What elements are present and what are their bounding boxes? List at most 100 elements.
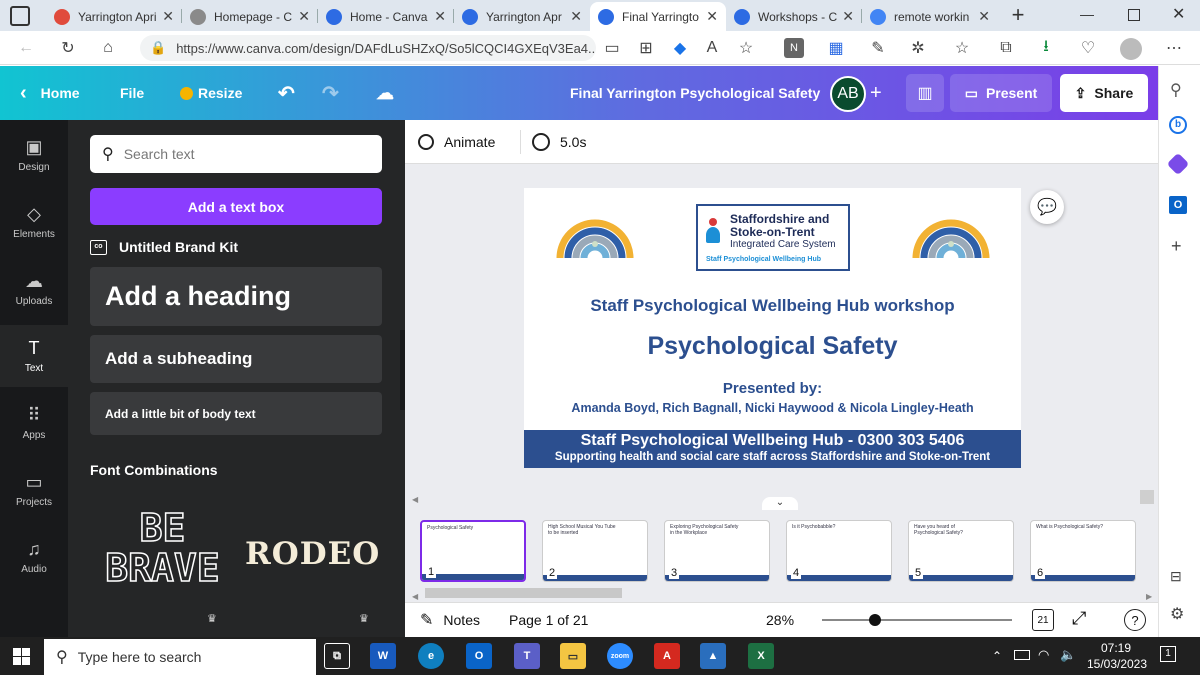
page-thumbnail[interactable]: High School Musical You Tube to be inser… <box>542 520 648 582</box>
cloud-saved-icon[interactable]: ☁ <box>376 66 394 120</box>
browser-tab[interactable]: remote workin ✕ <box>862 2 998 31</box>
page-thumbnail[interactable]: Have you heard of Psychological Safety? 5 <box>908 520 1014 582</box>
notification-icon[interactable]: 1 <box>1160 646 1176 662</box>
health-icon[interactable]: ♡ <box>1078 38 1098 58</box>
fullscreen-icon[interactable]: ⤢ <box>1072 608 1086 629</box>
animate-button[interactable]: Animate <box>418 130 495 154</box>
add-collaborator-icon[interactable]: + <box>870 66 882 120</box>
downloads-icon[interactable]: ⭳ <box>1036 38 1056 58</box>
sidebar-settings-icon[interactable]: ⚙ <box>1170 604 1184 624</box>
undo-icon[interactable]: ↶ <box>278 66 295 120</box>
extension-n-icon[interactable]: N <box>784 38 804 58</box>
zoom-percent[interactable]: 28% <box>766 612 794 628</box>
taskbar-search-input[interactable]: ⚲ Type here to search <box>44 639 316 675</box>
minimize-icon[interactable]: — <box>1080 6 1094 22</box>
edge-app-icon[interactable]: e <box>418 643 444 669</box>
collections-icon[interactable]: ⧉ <box>996 38 1016 58</box>
word-app-icon[interactable]: W <box>370 643 396 669</box>
insights-icon[interactable]: ▥ <box>906 74 944 112</box>
browser-tab[interactable]: Home - Canva ✕ <box>318 2 454 31</box>
design-title[interactable]: Final Yarrington Psychological Safety <box>570 66 820 120</box>
browser-tab[interactable]: Yarrington Apri ✕ <box>46 2 182 31</box>
notes-button[interactable]: ✎ Notes <box>420 610 480 630</box>
battery-icon[interactable] <box>1014 650 1030 660</box>
rail-item-text[interactable]: T Text <box>0 325 68 387</box>
favorites-icon[interactable]: ☆ <box>952 38 972 58</box>
task-view-icon[interactable]: ⧉ <box>324 643 350 669</box>
close-tab-icon[interactable]: ✕ <box>162 8 174 25</box>
close-window-icon[interactable]: ✕ <box>1172 4 1185 24</box>
present-button[interactable]: ▭ Present <box>950 74 1052 112</box>
close-tab-icon[interactable]: ✕ <box>434 8 446 25</box>
page-thumbnail[interactable]: Psychological Safety 1 <box>420 520 526 582</box>
close-tab-icon[interactable]: ✕ <box>842 8 854 25</box>
outlook-app-icon[interactable]: O <box>466 643 492 669</box>
page-thumbnail[interactable]: What is Psychological Safety? 6 <box>1030 520 1136 582</box>
brand-kit-row[interactable]: co Untitled Brand Kit <box>90 236 238 258</box>
add-comment-icon[interactable]: 💬 <box>1030 190 1064 224</box>
browser-tab[interactable]: Yarrington Apr ✕ <box>454 2 590 31</box>
rail-item-audio[interactable]: ♫ Audio <box>0 526 68 588</box>
outlook-icon[interactable]: O <box>1169 196 1187 214</box>
excel-app-icon[interactable]: X <box>748 643 774 669</box>
windows-start-icon[interactable] <box>13 648 30 665</box>
add-body-text-button[interactable]: Add a little bit of body text <box>90 392 382 435</box>
back-icon[interactable]: ← <box>16 38 36 58</box>
teams-app-icon[interactable]: T <box>514 643 540 669</box>
browser-tab[interactable]: Final Yarringto ✕ <box>590 2 726 31</box>
expand-pages-chevron-icon[interactable]: ⌄ <box>762 497 798 511</box>
tab-actions-icon[interactable] <box>10 6 30 26</box>
slide-page-1[interactable]: Staffordshire and Stoke-on-Trent Integra… <box>524 188 1021 468</box>
zoom-slider[interactable] <box>822 619 1012 621</box>
new-tab-button[interactable]: + <box>1008 2 1028 28</box>
extension-grid-icon[interactable]: ▦ <box>826 38 846 58</box>
volume-icon[interactable]: 🔈 <box>1060 647 1076 663</box>
tray-chevron-icon[interactable]: ⌃ <box>992 649 1002 663</box>
browser-tab[interactable]: Homepage - C ✕ <box>182 2 318 31</box>
tag-icon[interactable]: ◆ <box>670 38 690 58</box>
cast-icon[interactable]: ▭ <box>602 38 622 58</box>
apps-grid-icon[interactable]: ⊞ <box>636 38 656 58</box>
close-tab-icon[interactable]: ✕ <box>706 8 718 25</box>
close-tab-icon[interactable]: ✕ <box>298 8 310 25</box>
sidebar-toggle-icon[interactable]: ⊟ <box>1170 568 1182 585</box>
favorite-star-icon[interactable]: ☆ <box>736 38 756 58</box>
extensions-icon[interactable]: ✲ <box>908 38 928 58</box>
grid-view-button[interactable]: 21 <box>1032 609 1054 631</box>
share-button[interactable]: ⇪ Share <box>1060 74 1148 112</box>
add-subheading-button[interactable]: Add a subheading <box>90 335 382 383</box>
clock-time[interactable]: 07:19 <box>1086 641 1146 655</box>
sidebar-search-icon[interactable]: ⚲ <box>1170 80 1182 100</box>
close-tab-icon[interactable]: ✕ <box>570 8 582 25</box>
file-menu[interactable]: File <box>120 66 144 120</box>
scroll-left-icon[interactable]: ◀ <box>412 495 418 504</box>
home-icon[interactable]: ⌂ <box>98 38 118 58</box>
thumbnails-scrollbar[interactable] <box>425 588 622 598</box>
rail-item-projects[interactable]: ▭ Projects <box>0 459 68 521</box>
vertical-scrollbar[interactable] <box>1140 490 1154 504</box>
rail-item-elements[interactable]: ◇ Elements <box>0 191 68 253</box>
zoom-app-icon[interactable]: zoom <box>607 643 633 669</box>
add-heading-button[interactable]: Add a heading <box>90 267 382 326</box>
profile-avatar[interactable] <box>1120 38 1142 60</box>
duration-button[interactable]: 5.0s <box>532 130 586 154</box>
thumb-scroll-right-icon[interactable]: ▶ <box>1146 592 1152 601</box>
more-menu-icon[interactable]: ⋯ <box>1164 38 1184 58</box>
acrobat-app-icon[interactable]: A <box>654 643 680 669</box>
browser-tab[interactable]: Workshops - C ✕ <box>726 2 862 31</box>
redo-icon[interactable]: ↷ <box>322 66 339 120</box>
font-combo-rodeo[interactable]: RODEO <box>245 536 380 572</box>
thumb-scroll-left-icon[interactable]: ◀ <box>412 592 418 601</box>
user-avatar[interactable]: AB <box>830 76 866 112</box>
rail-item-apps[interactable]: ⠿ Apps <box>0 392 68 454</box>
resize-button[interactable]: Resize <box>180 66 242 120</box>
close-tab-icon[interactable]: ✕ <box>978 8 990 25</box>
clock-date[interactable]: 15/03/2023 <box>1082 657 1152 671</box>
bing-icon[interactable]: b <box>1169 116 1187 134</box>
search-text-input[interactable]: ⚲ Search text <box>90 135 382 173</box>
add-text-box-button[interactable]: Add a text box <box>90 188 382 225</box>
reload-icon[interactable]: ↻ <box>58 38 78 58</box>
rail-item-design[interactable]: ▣ Design <box>0 124 68 186</box>
sidebar-add-icon[interactable]: + <box>1171 236 1182 257</box>
help-icon[interactable]: ? <box>1124 609 1146 631</box>
